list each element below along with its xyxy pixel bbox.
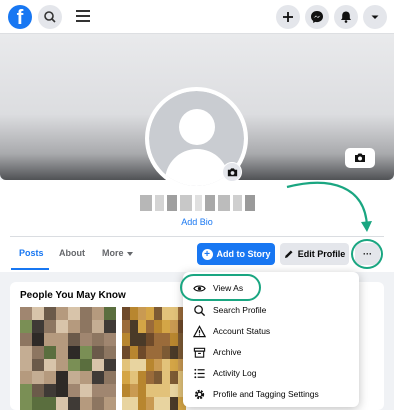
archive-icon: [193, 347, 206, 358]
caret-down-icon: [126, 251, 133, 256]
tab-posts[interactable]: Posts: [19, 248, 44, 258]
menu-item-label: Archive: [213, 347, 242, 357]
tab-more-label: More: [102, 248, 124, 258]
top-navigation-bar: f: [0, 0, 394, 34]
edit-profile-button[interactable]: Edit Profile: [280, 243, 349, 265]
edit-profile-label: Edit Profile: [297, 249, 346, 259]
suggested-person-photo-1[interactable]: [20, 307, 116, 410]
menu-item-account-status[interactable]: Account Status: [193, 322, 270, 340]
messenger-icon: [311, 11, 323, 23]
divider: [10, 236, 384, 237]
menu-item-label: Search Profile: [213, 305, 267, 315]
menu-item-search-profile[interactable]: Search Profile: [193, 301, 266, 319]
search-icon: [194, 304, 206, 316]
menu-icon[interactable]: [76, 8, 92, 24]
messenger-button[interactable]: [305, 5, 329, 29]
menu-item-label: Activity Log: [213, 368, 257, 378]
menu-item-profile-and-tagging-settings[interactable]: Profile and Tagging Settings: [193, 385, 319, 403]
annotation-circle-view-as: [180, 274, 261, 301]
tab-about[interactable]: About: [59, 248, 85, 258]
list-icon: [194, 368, 205, 378]
pencil-icon: [284, 250, 293, 258]
add-to-story-button[interactable]: + Add to Story: [197, 243, 275, 265]
facebook-logo[interactable]: f: [8, 5, 32, 29]
add-bio-link[interactable]: Add Bio: [0, 217, 394, 227]
create-button[interactable]: [276, 5, 300, 29]
menu-item-activity-log[interactable]: Activity Log: [193, 364, 256, 382]
camera-icon: [227, 168, 238, 177]
profile-name-redacted: [140, 195, 255, 211]
search-icon: [44, 11, 56, 23]
plus-icon: [283, 12, 293, 22]
warning-icon: [193, 324, 206, 337]
notifications-icon: [341, 11, 351, 23]
suggested-person-photo-2[interactable]: [122, 307, 186, 410]
plus-circle-icon: +: [201, 248, 213, 260]
camera-icon: [355, 153, 365, 162]
edit-profile-picture-button[interactable]: [222, 162, 242, 182]
people-you-may-know-title: People You May Know: [20, 290, 126, 301]
menu-item-label: Profile and Tagging Settings: [213, 389, 319, 399]
chevron-down-icon: [371, 15, 379, 19]
annotation-circle: [351, 239, 383, 269]
account-button[interactable]: [363, 5, 387, 29]
active-tab-indicator: [11, 268, 49, 270]
menu-item-archive[interactable]: Archive: [193, 343, 241, 361]
search-button[interactable]: [38, 5, 62, 29]
edit-cover-photo-button[interactable]: [345, 148, 375, 168]
gear-icon: [194, 389, 205, 399]
add-to-story-label: Add to Story: [216, 249, 271, 259]
menu-item-label: Account Status: [213, 326, 271, 336]
tab-more[interactable]: More: [102, 248, 133, 258]
notifications-button[interactable]: [334, 5, 358, 29]
